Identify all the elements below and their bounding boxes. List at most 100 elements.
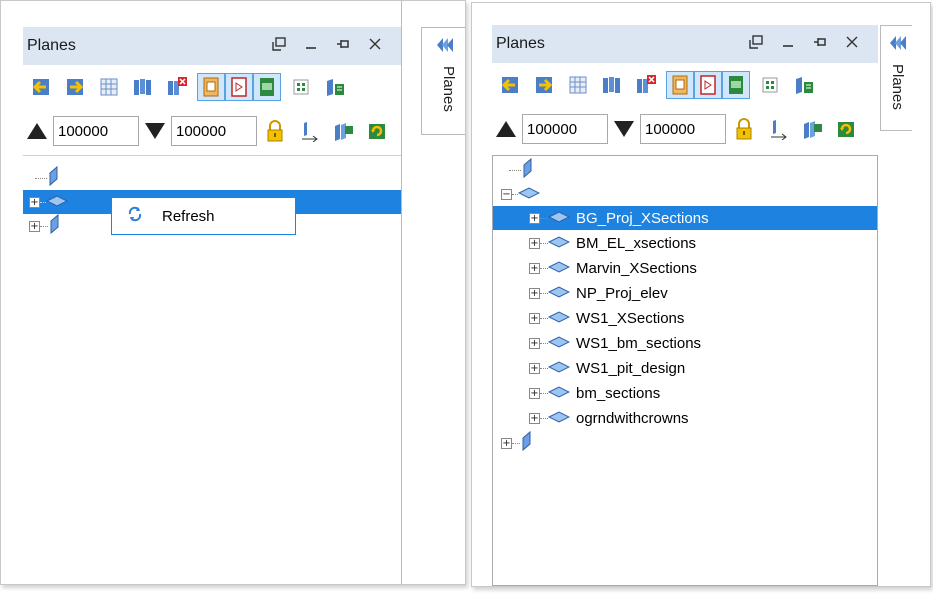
expand-toggle[interactable]: + xyxy=(529,412,540,424)
expand-toggle[interactable]: + xyxy=(529,362,540,374)
toggle-orange-icon[interactable] xyxy=(197,73,225,101)
grid-icon[interactable] xyxy=(564,71,592,99)
upper-limit-input[interactable] xyxy=(53,116,139,146)
dots-grid-icon[interactable] xyxy=(756,71,784,99)
lower-limit-icon xyxy=(143,119,167,143)
previous-plane-icon[interactable] xyxy=(496,71,524,99)
left-screenshot: Planes 100000 100000 + + Refresh Planes xyxy=(0,0,466,585)
expand-toggle[interactable]: + xyxy=(529,212,540,224)
plane-refresh-icon[interactable] xyxy=(363,117,391,145)
context-menu: Refresh xyxy=(111,197,296,235)
tree-row[interactable] xyxy=(493,157,877,183)
horizontal-plane-icon xyxy=(547,360,571,377)
plane-refresh-icon[interactable] xyxy=(832,115,860,143)
panel-divider xyxy=(401,1,402,584)
side-tab-label: Planes xyxy=(889,64,906,110)
plane-item-label: WS1_bm_sections xyxy=(576,334,702,352)
context-menu-refresh[interactable]: Refresh xyxy=(162,208,215,225)
upper-limit-icon xyxy=(25,119,49,143)
tree-row[interactable] xyxy=(23,165,401,190)
minimize-icon[interactable] xyxy=(780,33,796,51)
planes-stack-icon[interactable] xyxy=(598,71,626,99)
horizontal-plane-icon xyxy=(547,310,571,327)
lower-limit-input[interactable] xyxy=(171,116,257,146)
planes-tab-icon xyxy=(434,34,456,60)
grid-icon[interactable] xyxy=(95,73,123,101)
plane-item[interactable]: + Marvin_XSections xyxy=(493,256,877,280)
planes-stack-icon[interactable] xyxy=(129,73,157,101)
minimize-icon[interactable] xyxy=(303,35,319,53)
plane-item-label: Marvin_XSections xyxy=(576,259,697,277)
collapse-toggle[interactable]: − xyxy=(501,188,512,200)
planes-tree[interactable]: − + BG_Proj_XSections + BM_EL_xsections + Mar… xyxy=(492,155,878,586)
expand-toggle[interactable]: + xyxy=(529,262,540,274)
expand-toggle[interactable]: + xyxy=(501,437,512,449)
horizontal-plane-icon xyxy=(547,260,571,277)
plane-item[interactable]: + bm_sections xyxy=(493,381,877,405)
expand-toggle[interactable]: + xyxy=(529,237,540,249)
side-tab-planes[interactable]: Planes xyxy=(880,25,912,131)
panel-titlebar: Planes xyxy=(492,25,878,63)
toggle-orange-icon[interactable] xyxy=(666,71,694,99)
next-plane-icon[interactable] xyxy=(530,71,558,99)
pin-icon[interactable] xyxy=(812,33,828,51)
planes-tab-icon xyxy=(887,32,909,58)
expand-toggle[interactable]: + xyxy=(529,387,540,399)
previous-plane-icon[interactable] xyxy=(27,73,55,101)
upper-limit-input[interactable] xyxy=(522,114,608,144)
panel-title: Planes xyxy=(27,37,76,54)
dots-grid-icon[interactable] xyxy=(287,73,315,101)
expand-toggle[interactable]: + xyxy=(29,196,40,208)
expand-toggle[interactable]: + xyxy=(529,287,540,299)
plane-item[interactable]: + NP_Proj_elev xyxy=(493,281,877,305)
delete-plane-icon[interactable] xyxy=(632,71,660,99)
plane-layers-icon[interactable] xyxy=(329,117,357,145)
toggle-green-icon[interactable] xyxy=(253,73,281,101)
plane-item[interactable]: + WS1_bm_sections xyxy=(493,331,877,355)
horizontal-plane-icon xyxy=(547,285,571,302)
horizontal-plane-icon xyxy=(547,335,571,352)
expand-toggle[interactable]: + xyxy=(29,220,40,232)
horizontal-plane-icon xyxy=(517,186,541,203)
side-tab-planes[interactable]: Planes xyxy=(421,27,465,135)
plane-item[interactable]: + ogrndwithcrowns xyxy=(493,406,877,430)
toggle-red-icon[interactable] xyxy=(694,71,722,99)
delete-plane-icon[interactable] xyxy=(163,73,191,101)
lower-limit-input[interactable] xyxy=(640,114,726,144)
toggle-green-icon[interactable] xyxy=(722,71,750,99)
plane-item[interactable]: + WS1_XSections xyxy=(493,306,877,330)
plane-item[interactable]: + BG_Proj_XSections xyxy=(493,206,877,230)
next-plane-icon[interactable] xyxy=(61,73,89,101)
toggle-red-icon[interactable] xyxy=(225,73,253,101)
vertical-plane-icon xyxy=(520,430,534,456)
float-window-icon[interactable] xyxy=(748,33,764,51)
plane-item-label: bm_sections xyxy=(576,384,661,402)
pin-icon[interactable] xyxy=(335,35,351,53)
horizontal-plane-icon xyxy=(547,210,571,227)
side-tab-label: Planes xyxy=(440,66,457,112)
vertical-plane-icon xyxy=(521,157,535,183)
tree-row[interactable]: − xyxy=(493,182,877,206)
plane-item[interactable]: + BM_EL_xsections xyxy=(493,231,877,255)
plane-item-label: WS1_pit_design xyxy=(576,359,686,377)
expand-toggle[interactable]: + xyxy=(529,337,540,349)
plane-properties-icon[interactable] xyxy=(321,73,349,101)
panel-titlebar: Planes xyxy=(23,27,401,65)
tool-strip xyxy=(23,65,401,109)
upper-limit-icon xyxy=(494,117,518,141)
lock-icon[interactable] xyxy=(730,115,758,143)
close-icon[interactable] xyxy=(844,33,860,51)
plane-item[interactable]: + WS1_pit_design xyxy=(493,356,877,380)
tree-row[interactable]: + xyxy=(493,430,877,456)
plane-axis-icon[interactable] xyxy=(764,115,792,143)
expand-toggle[interactable]: + xyxy=(529,312,540,324)
lock-icon[interactable] xyxy=(261,117,289,145)
plane-axis-icon[interactable] xyxy=(295,117,323,145)
float-window-icon[interactable] xyxy=(271,35,287,53)
close-icon[interactable] xyxy=(367,35,383,53)
plane-item-label: BG_Proj_XSections xyxy=(576,209,709,227)
plane-properties-icon[interactable] xyxy=(790,71,818,99)
horizontal-plane-icon xyxy=(547,410,571,427)
plane-layers-icon[interactable] xyxy=(798,115,826,143)
lower-limit-icon xyxy=(612,117,636,141)
